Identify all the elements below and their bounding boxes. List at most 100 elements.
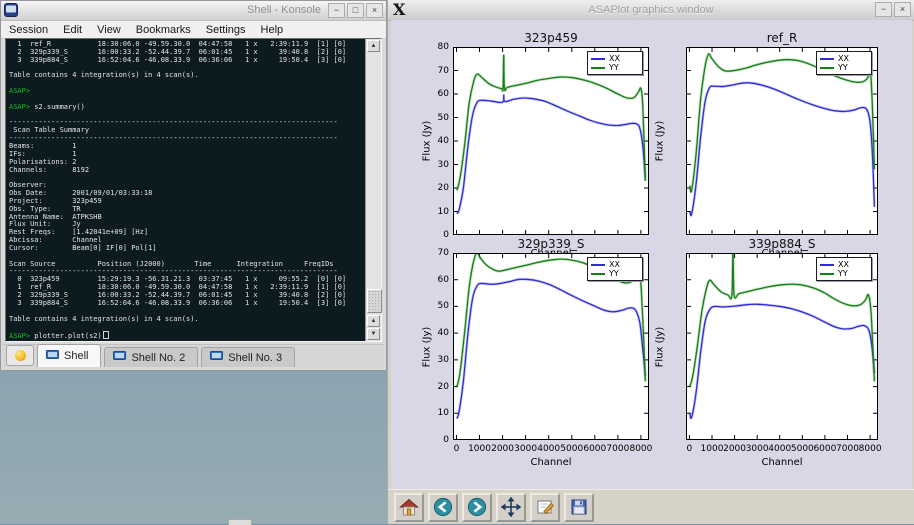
legend: XXYY xyxy=(587,257,643,281)
y-tick-label: 20 xyxy=(427,183,449,193)
menu-edit[interactable]: Edit xyxy=(63,24,82,36)
plot-toolbar xyxy=(388,489,914,524)
menu-session[interactable]: Session xyxy=(9,24,48,36)
asaplot-titlebar[interactable]: X ASAPlot graphics window − × xyxy=(388,0,914,21)
konsole-window-title: Shell - Konsole xyxy=(247,4,321,16)
back-arrow-icon xyxy=(433,497,453,517)
legend-line-sample xyxy=(591,67,605,69)
minimize-button[interactable]: − xyxy=(875,2,892,17)
asaplot-window-title: ASAPlot graphics window xyxy=(388,4,914,16)
legend-label: XX xyxy=(838,54,849,63)
panel-title: 339p884_S xyxy=(748,237,815,251)
konsole-menubar: Session Edit View Bookmarks Settings Hel… xyxy=(1,21,386,39)
panel-title: 323p459 xyxy=(524,31,577,45)
asaplot-window: X ASAPlot graphics window − × 323p459010… xyxy=(387,0,914,524)
new-session-icon xyxy=(15,350,26,361)
terminal[interactable]: 1 ref_R 18:30:06.0 -49.59.30.0 04:47:58 … xyxy=(5,38,382,342)
y-axis-label: Flux (Jy) xyxy=(655,326,666,367)
minimize-button[interactable]: − xyxy=(328,3,345,18)
konsole-titlebar[interactable]: Shell - Konsole − □ × xyxy=(1,1,386,21)
x-tick-label: 8000 xyxy=(856,444,884,454)
legend-label: XX xyxy=(609,54,620,63)
konsole-window: Shell - Konsole − □ × Session Edit View … xyxy=(0,0,387,371)
legend-line-sample xyxy=(591,273,605,275)
x-tick-label: 8000 xyxy=(627,444,655,454)
y-tick-label: 70 xyxy=(427,66,449,76)
close-button[interactable]: × xyxy=(366,3,383,18)
scrollbar-thumb[interactable] xyxy=(367,289,382,313)
legend-label: YY xyxy=(838,63,848,72)
legend-label: XX xyxy=(838,260,849,269)
edit-page-icon xyxy=(535,497,555,517)
close-button[interactable]: × xyxy=(894,2,911,17)
legend: XXYY xyxy=(587,51,643,75)
terminal-tab-icon xyxy=(210,351,223,364)
legend-label: YY xyxy=(609,63,619,72)
terminal-text[interactable]: 1 ref_R 18:30:06.0 -49.59.30.0 04:47:58 … xyxy=(9,41,346,341)
terminal-scrollbar[interactable]: ▲ ▲ ▼ xyxy=(365,39,381,341)
legend-entry: XX xyxy=(591,54,639,63)
asaplot-window-controls: − × xyxy=(875,2,911,17)
legend-entry: XX xyxy=(591,260,639,269)
legend-line-sample xyxy=(820,264,834,266)
konsole-window-controls: − □ × xyxy=(328,3,383,18)
y-tick-label: 10 xyxy=(427,408,449,418)
legend-line-sample xyxy=(820,273,834,275)
menu-settings[interactable]: Settings xyxy=(206,24,246,36)
legend-line-sample xyxy=(820,58,834,60)
legend-label: XX xyxy=(609,260,620,269)
y-axis-label: Flux (Jy) xyxy=(655,121,666,162)
y-tick-label: 70 xyxy=(427,248,449,258)
y-tick-label: 20 xyxy=(427,382,449,392)
legend-entry: YY xyxy=(591,269,639,278)
pan-icon xyxy=(501,497,521,517)
maximize-button[interactable]: □ xyxy=(347,3,364,18)
terminal-tab-icon xyxy=(113,351,126,364)
back-button[interactable] xyxy=(428,493,458,522)
menu-bookmarks[interactable]: Bookmarks xyxy=(136,24,191,36)
y-tick-label: 60 xyxy=(427,275,449,285)
y-tick-label: 60 xyxy=(427,89,449,99)
home-button[interactable] xyxy=(394,493,424,522)
forward-button[interactable] xyxy=(462,493,492,522)
plot-area xyxy=(453,47,649,235)
x-axis-label: Channel xyxy=(530,457,571,468)
scroll-down-icon[interactable]: ▼ xyxy=(367,328,380,340)
y-axis-label: Flux (Jy) xyxy=(422,121,433,162)
tab-label: Shell No. 2 xyxy=(131,352,185,364)
panel-title: 329p339_S xyxy=(517,237,584,251)
tab-shell-3[interactable]: Shell No. 3 xyxy=(201,347,295,367)
scroll-up-icon-bottom[interactable]: ▲ xyxy=(367,315,380,327)
legend: XXYY xyxy=(816,51,872,75)
plot-area xyxy=(453,253,649,440)
legend-entry: XX xyxy=(820,260,868,269)
y-axis-label: Flux (Jy) xyxy=(422,326,433,367)
tab-label: Shell No. 3 xyxy=(228,352,282,364)
x-axis-label: Channel xyxy=(761,457,802,468)
y-tick-label: 80 xyxy=(427,42,449,52)
scroll-up-icon[interactable]: ▲ xyxy=(367,40,380,52)
legend-label: YY xyxy=(838,269,848,278)
legend-line-sample xyxy=(591,264,605,266)
plot-area xyxy=(686,253,878,440)
menu-help[interactable]: Help xyxy=(261,24,284,36)
save-floppy-icon xyxy=(569,497,589,517)
menu-view[interactable]: View xyxy=(97,24,121,36)
taskbar-fragment xyxy=(228,519,252,525)
new-session-button[interactable] xyxy=(6,345,34,366)
pan-button[interactable] xyxy=(496,493,526,522)
panel-title: ref_R xyxy=(767,31,798,45)
home-icon xyxy=(399,497,419,517)
konsole-icon xyxy=(4,3,18,17)
legend-line-sample xyxy=(591,58,605,60)
legend-label: YY xyxy=(609,269,619,278)
legend: XXYY xyxy=(816,257,872,281)
konsole-tabbar: Shell Shell No. 2 Shell No. 3 xyxy=(3,344,384,367)
plot-canvas: 323p45901020304050607080Flux (Jy)Channel… xyxy=(391,20,912,489)
tab-label: Shell xyxy=(64,350,88,362)
save-button[interactable] xyxy=(564,493,594,522)
subplots-config-button[interactable] xyxy=(530,493,560,522)
y-tick-label: 50 xyxy=(427,301,449,311)
tab-shell-2[interactable]: Shell No. 2 xyxy=(104,347,198,367)
tab-shell[interactable]: Shell xyxy=(37,344,101,367)
